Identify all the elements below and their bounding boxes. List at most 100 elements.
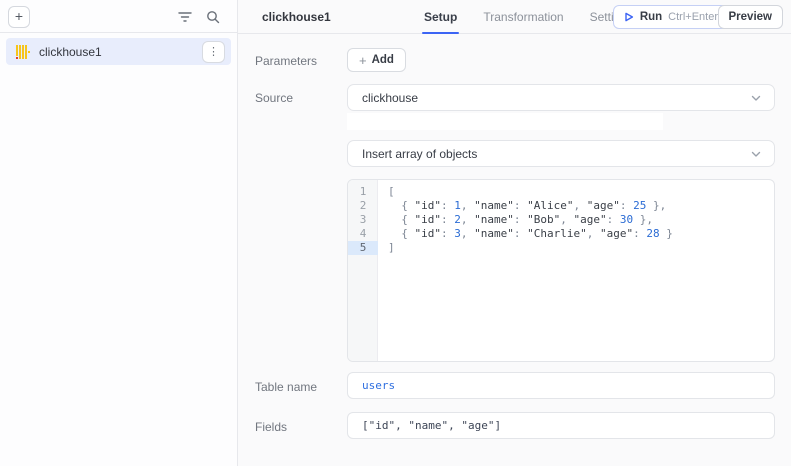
action-mode-select[interactable]: Insert array of objects — [347, 140, 775, 167]
sidebar-item-label: clickhouse1 — [39, 45, 102, 59]
code-token: , — [461, 199, 474, 212]
code-line-content: { "id": 3, "name": "Charlie", "age": 28 … — [378, 227, 673, 241]
line-number: 2 — [348, 199, 378, 213]
plus-icon: + — [15, 8, 23, 24]
code-token: "id" — [415, 227, 442, 240]
line-number: 4 — [348, 227, 378, 241]
code-token: [ — [388, 185, 395, 198]
code-token: : — [633, 227, 646, 240]
code-token: 28 — [646, 227, 659, 240]
code-line[interactable]: 1[ — [348, 185, 774, 199]
plus-icon: + — [359, 53, 367, 68]
code-token: : — [441, 213, 454, 226]
code-editor-lines: 1[2 { "id": 1, "name": "Alice", "age": 2… — [348, 185, 774, 255]
fields-label: Fields — [255, 420, 287, 434]
source-select[interactable]: clickhouse — [347, 84, 775, 111]
code-token: "Bob" — [527, 213, 560, 226]
code-line[interactable]: 4 { "id": 3, "name": "Charlie", "age": 2… — [348, 227, 774, 241]
code-token: "name" — [474, 227, 514, 240]
tab-setup[interactable]: Setup — [424, 0, 457, 34]
tab-setup-label: Setup — [424, 10, 457, 24]
code-token: { — [401, 227, 414, 240]
code-token: 1 — [454, 199, 461, 212]
code-token: } — [660, 227, 673, 240]
code-token: { — [401, 213, 414, 226]
source-label: Source — [255, 91, 293, 105]
code-token — [388, 199, 401, 212]
code-token: : — [514, 213, 527, 226]
code-token: , — [461, 227, 474, 240]
code-token: 3 — [454, 227, 461, 240]
app-window: + — [0, 0, 791, 466]
code-token: "Charlie" — [527, 227, 587, 240]
code-token: "id" — [415, 213, 442, 226]
code-token: , — [461, 213, 474, 226]
code-token: 30 — [620, 213, 633, 226]
item-menu-button[interactable]: ⋮ — [202, 41, 225, 63]
source-select-value: clickhouse — [362, 91, 418, 105]
code-line[interactable]: 3 { "id": 2, "name": "Bob", "age": 30 }, — [348, 213, 774, 227]
code-token — [388, 213, 401, 226]
preview-button[interactable]: Preview — [718, 5, 783, 29]
code-line-content: { "id": 2, "name": "Bob", "age": 30 }, — [378, 213, 653, 227]
code-token: 25 — [633, 199, 646, 212]
code-token: "age" — [574, 213, 607, 226]
table-name-label: Table name — [255, 380, 317, 394]
code-token: 2 — [454, 213, 461, 226]
code-token — [388, 227, 401, 240]
editor-header: clickhouse1 Setup Transformation Setting… — [238, 0, 791, 34]
code-line-content: [ — [378, 185, 395, 199]
code-line-content: { "id": 1, "name": "Alice", "age": 25 }, — [378, 199, 666, 213]
table-name-input[interactable]: users — [347, 372, 775, 399]
code-token: "age" — [587, 199, 620, 212]
query-sidebar: + — [0, 0, 238, 466]
action-mode-value: Insert array of objects — [362, 147, 477, 161]
source-resource-placeholder — [347, 113, 663, 130]
add-label: Add — [372, 54, 394, 66]
preview-label: Preview — [729, 11, 772, 23]
code-token: "id" — [415, 199, 442, 212]
query-title: clickhouse1 — [262, 10, 331, 24]
play-icon — [624, 12, 634, 22]
code-line[interactable]: 2 { "id": 1, "name": "Alice", "age": 25 … — [348, 199, 774, 213]
add-parameter-button[interactable]: + Add — [347, 48, 406, 72]
table-name-value: users — [362, 379, 395, 392]
fields-value: ["id", "name", "age"] — [362, 419, 501, 432]
code-token: : — [514, 227, 527, 240]
code-token: , — [587, 227, 600, 240]
code-token: : — [514, 199, 527, 212]
new-query-button[interactable]: + — [8, 6, 30, 28]
chevron-down-icon — [750, 148, 762, 160]
run-label: Run — [640, 11, 662, 23]
parameters-label: Parameters — [255, 54, 317, 68]
editor-tabs: Setup Transformation Settings — [424, 0, 633, 34]
fields-input[interactable]: ["id", "name", "age"] — [347, 412, 775, 439]
code-token: : — [441, 227, 454, 240]
tab-transformation-label: Transformation — [483, 10, 563, 24]
code-token: "name" — [474, 213, 514, 226]
code-token: }, — [633, 213, 653, 226]
query-editor-panel: clickhouse1 Setup Transformation Setting… — [238, 0, 791, 466]
code-token: : — [441, 199, 454, 212]
line-number: 5 — [348, 241, 378, 255]
filter-icon[interactable] — [177, 9, 193, 25]
tab-transformation[interactable]: Transformation — [483, 0, 563, 34]
code-token: , — [560, 213, 573, 226]
json-code-editor[interactable]: 1[2 { "id": 1, "name": "Alice", "age": 2… — [347, 179, 775, 362]
chevron-down-icon — [750, 92, 762, 104]
line-number: 3 — [348, 213, 378, 227]
sidebar-item-clickhouse1[interactable]: clickhouse1 ⋮ — [6, 38, 231, 65]
code-token: "Alice" — [527, 199, 573, 212]
kebab-icon: ⋮ — [208, 46, 219, 58]
code-token: "age" — [600, 227, 633, 240]
code-line[interactable]: 5] — [348, 241, 774, 255]
code-token: : — [620, 199, 633, 212]
code-line-content: ] — [378, 241, 395, 255]
search-icon[interactable] — [205, 9, 221, 25]
code-token: ] — [388, 241, 395, 254]
code-token: , — [573, 199, 586, 212]
code-token: "name" — [474, 199, 514, 212]
run-button[interactable]: Run Ctrl+Enter — [613, 5, 729, 29]
line-number: 1 — [348, 185, 378, 199]
code-token: : — [607, 213, 620, 226]
